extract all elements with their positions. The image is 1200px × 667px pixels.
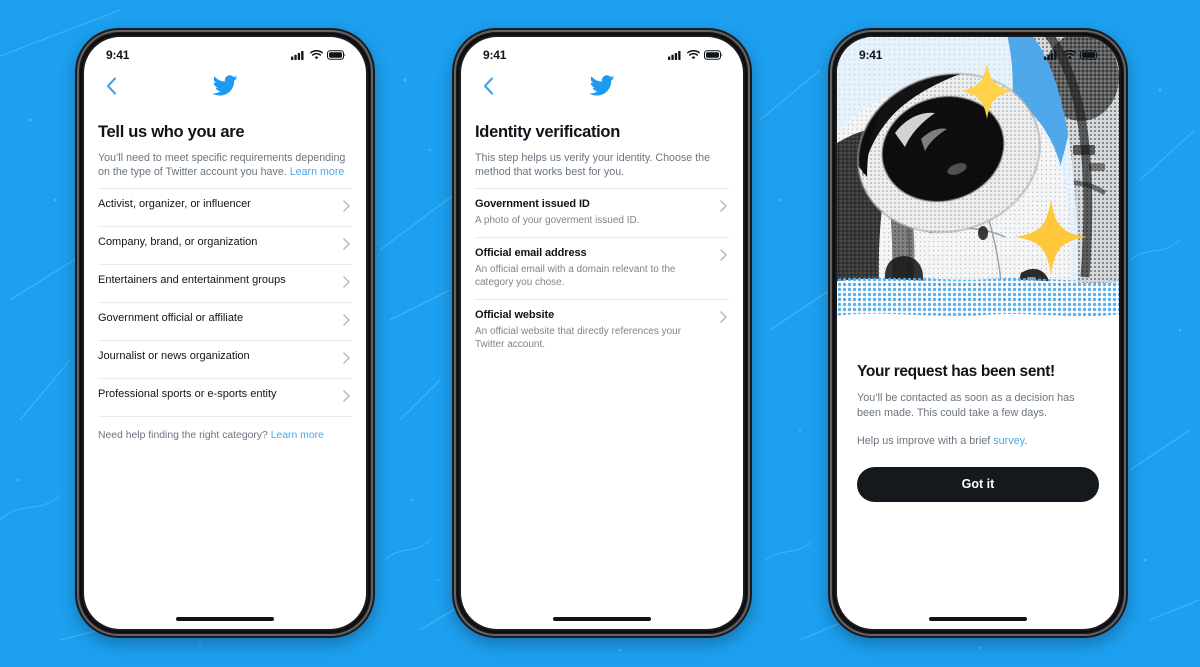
survey-prompt-prefix: Help us improve with a brief	[857, 435, 994, 448]
page-intro: You’ll need to meet specific requirement…	[98, 151, 352, 179]
nav-bar	[461, 67, 743, 105]
list-item-label: Government issued ID	[475, 198, 590, 211]
status-bar-time: 9:41	[106, 48, 130, 62]
confirmation-text: You’ll be contacted as soon as a decisio…	[857, 392, 1075, 419]
page-intro: This step helps us verify your identity.…	[475, 152, 711, 179]
phone-2-screen: 9:41 Identity verification This step hel…	[461, 37, 743, 629]
twitter-bird-icon	[589, 75, 615, 96]
list-item-entertainers[interactable]: Entertainers and entertainment groups	[98, 265, 352, 304]
status-bar-time: 9:41	[483, 48, 507, 62]
back-button[interactable]	[475, 73, 501, 99]
status-bar-time: 9:41	[859, 48, 883, 62]
chevron-right-icon	[720, 199, 727, 217]
wifi-icon	[1063, 50, 1076, 60]
page-title: Your request has been sent!	[857, 363, 1055, 380]
cellular-signal-icon	[668, 50, 683, 60]
survey-link[interactable]: survey	[993, 435, 1024, 447]
list-item-activist[interactable]: Activist, organizer, or influencer	[98, 188, 352, 228]
list-item-journalist[interactable]: Journalist or news organization	[98, 341, 352, 380]
list-item-official-email-address[interactable]: Official email address An official email…	[475, 238, 729, 300]
page-title: Tell us who you are	[98, 123, 245, 141]
footnote-learn-more-link[interactable]: Learn more	[271, 430, 324, 441]
list-item-label: Activist, organizer, or influencer	[98, 198, 251, 211]
cellular-signal-icon	[291, 50, 306, 60]
list-item-label: Company, brand, or organization	[98, 236, 258, 249]
list-item-label: Government official or affiliate	[98, 312, 244, 325]
chevron-right-icon	[343, 389, 350, 407]
status-bar: 9:41	[84, 37, 366, 67]
twitter-bird-icon	[212, 75, 238, 96]
list-item-description: An official website that directly refere…	[475, 325, 682, 351]
verification-method-list: Government issued ID A photo of your gov…	[475, 188, 729, 360]
status-bar: 9:41	[461, 37, 743, 67]
intro-learn-more-link[interactable]: Learn more	[290, 166, 345, 178]
chevron-right-icon	[343, 199, 350, 217]
phone-2-content: Identity verification This step helps us…	[461, 123, 743, 360]
list-item-company[interactable]: Company, brand, or organization	[98, 227, 352, 266]
list-item-official-website[interactable]: Official website An official website tha…	[475, 300, 729, 361]
battery-icon	[327, 50, 346, 60]
screenshot-canvas: 9:41 Tell us who you are You’ll need to …	[0, 0, 1200, 667]
phone-1-screen: 9:41 Tell us who you are You’ll need to …	[84, 37, 366, 629]
chevron-right-icon	[720, 248, 727, 266]
twitter-logo	[84, 75, 366, 97]
list-item-label: Official website	[475, 308, 555, 321]
home-indicator[interactable]	[929, 617, 1027, 621]
wifi-icon	[310, 50, 323, 60]
chevron-right-icon	[343, 351, 350, 369]
list-item-government-official[interactable]: Government official or affiliate	[98, 303, 352, 342]
got-it-button[interactable]: Got it	[857, 466, 1099, 502]
chevron-right-icon	[343, 313, 350, 331]
category-list: Activist, organizer, or influencer Compa…	[98, 188, 352, 418]
astronaut-halftone-illustration	[837, 37, 1119, 335]
phone-1-content: Tell us who you are You’ll need to meet …	[84, 123, 366, 441]
list-item-label: Entertainers and entertainment groups	[98, 274, 286, 287]
footnote-text: Need help finding the right category?	[98, 430, 271, 442]
wifi-icon	[687, 50, 700, 60]
list-item-description: A photo of your goverment issued ID.	[475, 215, 640, 227]
chevron-right-icon	[720, 310, 727, 328]
nav-bar	[84, 67, 366, 105]
category-help-footnote: Need help finding the right category? Le…	[98, 417, 352, 441]
phone-3-screen: 9:41 Your request has been sent! You’ll …	[837, 37, 1119, 629]
page-title: Identity verification	[475, 123, 620, 141]
status-bar: 9:41	[837, 37, 1119, 67]
survey-prompt-suffix: .	[1024, 435, 1028, 448]
phone-3-content: Your request has been sent! You’ll be co…	[837, 335, 1119, 502]
phone-3-frame: 9:41 Your request has been sent! You’ll …	[828, 28, 1128, 638]
back-button[interactable]	[98, 73, 124, 99]
chevron-right-icon	[343, 237, 350, 255]
phone-1-frame: 9:41 Tell us who you are You’ll need to …	[75, 28, 375, 638]
chevron-left-icon	[483, 77, 493, 95]
phone-2-frame: 9:41 Identity verification This step hel…	[452, 28, 752, 638]
list-item-label: Official email address	[475, 246, 587, 259]
cellular-signal-icon	[1044, 50, 1059, 60]
list-item-government-issued-id[interactable]: Government issued ID A photo of your gov…	[475, 188, 729, 238]
twitter-logo	[461, 75, 743, 97]
battery-icon	[1080, 50, 1099, 60]
list-item-description: An official email with a domain relevant…	[475, 263, 676, 289]
list-item-label: Professional sports or e-sports entity	[98, 388, 277, 401]
list-item-sports[interactable]: Professional sports or e-sports entity	[98, 379, 352, 418]
home-indicator[interactable]	[176, 617, 274, 621]
chevron-left-icon	[106, 77, 116, 95]
home-indicator[interactable]	[553, 617, 651, 621]
list-item-label: Journalist or news organization	[98, 350, 250, 363]
survey-prompt: Help us improve with a brief survey.	[857, 434, 1099, 449]
chevron-right-icon	[343, 275, 350, 293]
battery-icon	[704, 50, 723, 60]
